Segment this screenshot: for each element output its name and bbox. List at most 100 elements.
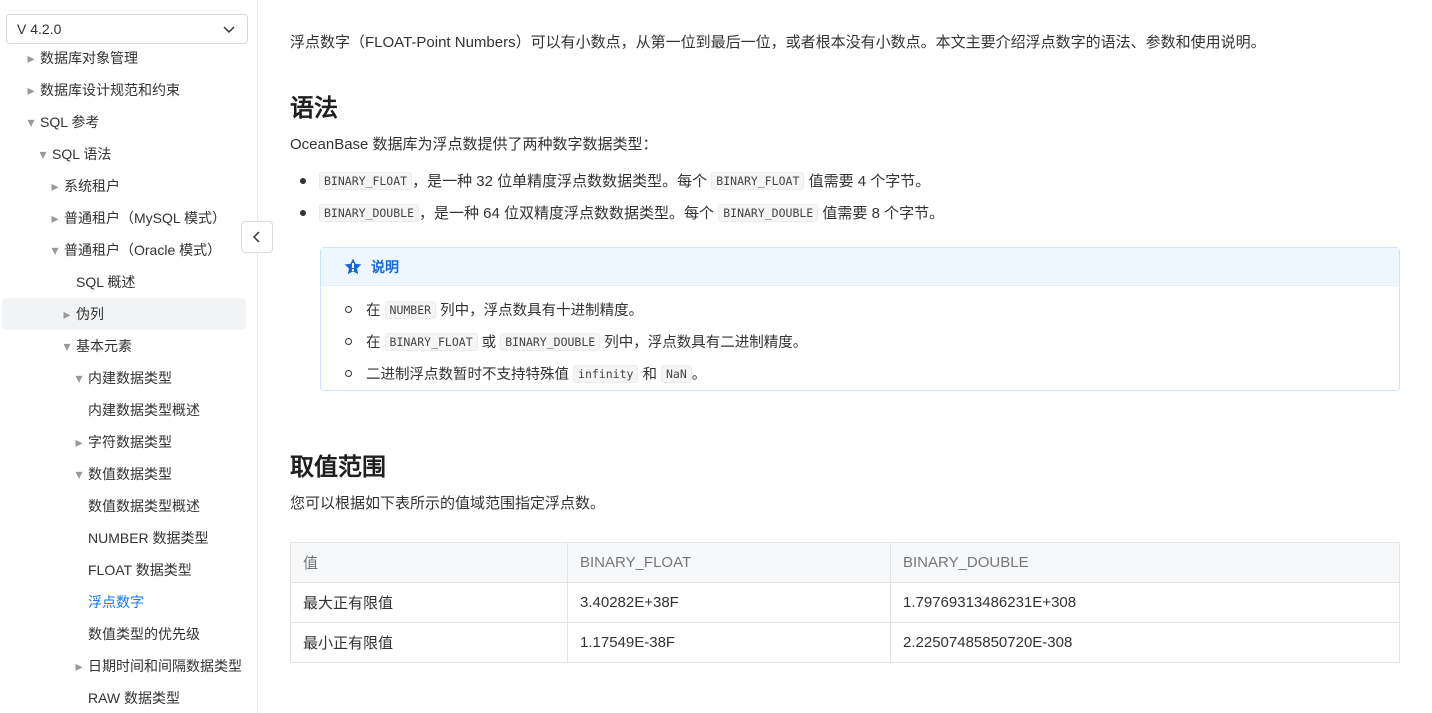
sidebar-item-oracle-tenant[interactable]: ▾ 普通租户（Oracle 模式） — [0, 234, 257, 266]
sidebar-item-builtin-types[interactable]: ▾ 内建数据类型 — [0, 362, 257, 394]
bullet-text: 值需要 8 个字节。 — [822, 205, 945, 222]
sidebar-item-pseudocolumns[interactable]: ▸ 伪列 — [2, 298, 246, 330]
sidebar-item-label: 伪列 — [76, 306, 104, 322]
sidebar: V 4.2.0 ▸ 数据库对象管理 ▸ 数据库设计规范和约束 ▾ SQL 参考 … — [0, 0, 258, 713]
nav-tree: ▸ 数据库对象管理 ▸ 数据库设计规范和约束 ▾ SQL 参考 ▾ SQL 语法… — [0, 42, 257, 713]
caret-right-icon: ▸ — [75, 657, 83, 674]
bullet-circle — [345, 338, 352, 345]
table-cell: 1.79769313486231E+308 — [890, 582, 1400, 623]
sidebar-item-basic-elements[interactable]: ▾ 基本元素 — [0, 330, 257, 362]
inline-code: BINARY_DOUBLE — [500, 332, 601, 351]
range-paragraph: 您可以根据如下表所示的值域范围指定浮点数。 — [290, 495, 606, 512]
bullet-dot — [300, 177, 306, 184]
note-list-item: 在 NUMBER 列中，浮点数具有十进制精度。 — [345, 299, 643, 320]
caret-right-icon: ▸ — [27, 81, 35, 98]
table-cell: 最大正有限值 — [290, 582, 568, 623]
table-cell: 最小正有限值 — [290, 622, 568, 663]
sidebar-item-label: 系统租户 — [64, 178, 120, 194]
sidebar-item-label: 普通租户（MySQL 模式） — [64, 210, 227, 226]
range-heading: 取值范围 — [290, 454, 386, 481]
caret-down-icon: ▾ — [39, 145, 47, 162]
intro-paragraph: 浮点数字（FLOAT-Point Numbers）可以有小数点，从第一位到最后一… — [290, 34, 1266, 51]
sidebar-item-label: FLOAT 数据类型 — [88, 562, 192, 578]
caret-down-icon: ▾ — [51, 241, 59, 258]
list-item: BINARY_FLOAT ，是一种 32 位单精度浮点数数据类型。每个 BINA… — [300, 170, 930, 191]
sidebar-item-sys-tenant[interactable]: ▸ 系统租户 — [0, 170, 257, 202]
inline-code: BINARY_DOUBLE — [718, 203, 819, 222]
sidebar-item-sql-syntax[interactable]: ▾ SQL 语法 — [0, 138, 257, 170]
sidebar-item-numeric-overview[interactable]: 数值数据类型概述 — [0, 490, 257, 522]
note-text: 和 — [642, 367, 657, 383]
sidebar-item-floating-point[interactable]: 浮点数字 — [0, 586, 257, 618]
caret-right-icon: ▸ — [27, 49, 35, 66]
inline-code: BINARY_FLOAT — [711, 171, 805, 190]
sidebar-item-sql-overview[interactable]: SQL 概述 — [0, 266, 257, 298]
sidebar-item-datetime-types[interactable]: ▸ 日期时间和间隔数据类型 — [0, 650, 257, 682]
inline-code: BINARY_DOUBLE — [319, 203, 420, 222]
note-callout: 说明 在 NUMBER 列中，浮点数具有十进制精度。 在 BINARY_FLOA… — [320, 247, 1400, 391]
version-select[interactable]: V 4.2.0 — [6, 14, 248, 44]
note-text: 列中，浮点数具有十进制精度。 — [440, 303, 644, 319]
inline-code: BINARY_FLOAT — [384, 332, 478, 351]
caret-down-icon: ▾ — [75, 465, 83, 482]
sidebar-item-builtin-overview[interactable]: 内建数据类型概述 — [0, 394, 257, 426]
sidebar-item-char-types[interactable]: ▸ 字符数据类型 — [0, 426, 257, 458]
range-table: 值 BINARY_FLOAT BINARY_DOUBLE 最大正有限值 3.40… — [290, 542, 1400, 663]
inline-code: BINARY_FLOAT — [319, 171, 413, 190]
note-header: 说明 — [321, 248, 1399, 286]
sidebar-item-db-object-mgmt[interactable]: ▸ 数据库对象管理 — [0, 42, 257, 74]
bullet-circle — [345, 370, 352, 377]
table-cell: 2.22507485850720E-308 — [890, 622, 1400, 663]
table-cell: 3.40282E+38F — [567, 582, 891, 623]
star-badge-icon — [344, 258, 362, 274]
note-list-item: 二进制浮点数暂时不支持特殊值 infinity 和 NaN 。 — [345, 363, 706, 384]
caret-right-icon: ▸ — [51, 177, 59, 194]
table-header-cell: 值 — [290, 542, 568, 583]
caret-down-icon: ▾ — [27, 113, 35, 130]
sidebar-item-label: 普通租户（Oracle 模式） — [64, 242, 222, 258]
sidebar-item-label: RAW 数据类型 — [88, 690, 181, 706]
sidebar-item-number-type[interactable]: NUMBER 数据类型 — [0, 522, 257, 554]
note-text: 。 — [691, 367, 707, 383]
sidebar-item-label: NUMBER 数据类型 — [88, 530, 209, 546]
bullet-text: 值需要 4 个字节。 — [808, 173, 931, 190]
inline-code: NUMBER — [384, 300, 437, 319]
syntax-paragraph: OceanBase 数据库为浮点数提供了两种数字数据类型： — [290, 136, 658, 153]
sidebar-item-float-type[interactable]: FLOAT 数据类型 — [0, 554, 257, 586]
table-header-cell: BINARY_FLOAT — [567, 542, 891, 583]
version-label: V 4.2.0 — [17, 21, 62, 37]
note-title: 说明 — [371, 258, 399, 275]
list-item: BINARY_DOUBLE ，是一种 64 位双精度浮点数数据类型。每个 BIN… — [300, 202, 944, 223]
sidebar-item-mysql-tenant[interactable]: ▸ 普通租户（MySQL 模式） — [0, 202, 257, 234]
table-cell: 1.17549E-38F — [567, 622, 891, 663]
sidebar-item-label: SQL 语法 — [52, 146, 112, 162]
table-header-row: 值 BINARY_FLOAT BINARY_DOUBLE — [290, 542, 1400, 583]
note-text: 或 — [481, 335, 497, 351]
table-row: 最大正有限值 3.40282E+38F 1.79769313486231E+30… — [290, 582, 1400, 623]
sidebar-item-numeric-types[interactable]: ▾ 数值数据类型 — [0, 458, 257, 490]
sidebar-item-label: 数据库设计规范和约束 — [40, 82, 180, 98]
sidebar-item-label: 浮点数字 — [88, 594, 144, 610]
sidebar-item-label: SQL 参考 — [40, 114, 100, 130]
bullet-circle — [345, 306, 352, 313]
sidebar-item-label: 数值类型的优先级 — [88, 626, 200, 642]
note-text: 在 — [366, 303, 381, 319]
note-list-item: 在 BINARY_FLOAT 或 BINARY_DOUBLE 列中，浮点数具有二… — [345, 331, 807, 352]
table-header-cell: BINARY_DOUBLE — [890, 542, 1400, 583]
sidebar-item-label: 数值数据类型概述 — [88, 498, 200, 514]
bullet-text: ，是一种 32 位单精度浮点数数据类型。每个 — [412, 173, 708, 190]
table-row: 最小正有限值 1.17549E-38F 2.22507485850720E-30… — [290, 622, 1400, 663]
sidebar-item-label: 内建数据类型 — [88, 370, 172, 386]
sidebar-item-sql-reference[interactable]: ▾ SQL 参考 — [0, 106, 257, 138]
sidebar-item-label: 基本元素 — [76, 338, 132, 354]
caret-down-icon: ▾ — [75, 369, 83, 386]
bullet-dot — [300, 209, 306, 216]
sidebar-item-raw-type[interactable]: RAW 数据类型 — [0, 682, 257, 713]
sidebar-item-numeric-precedence[interactable]: 数值类型的优先级 — [0, 618, 257, 650]
sidebar-item-label: 字符数据类型 — [88, 434, 172, 450]
note-text: 列中，浮点数具有二进制精度。 — [604, 335, 808, 351]
caret-right-icon: ▸ — [75, 433, 83, 450]
sidebar-item-db-design[interactable]: ▸ 数据库设计规范和约束 — [0, 74, 257, 106]
chevron-left-icon — [252, 231, 260, 243]
collapse-sidebar-button[interactable] — [241, 221, 273, 253]
